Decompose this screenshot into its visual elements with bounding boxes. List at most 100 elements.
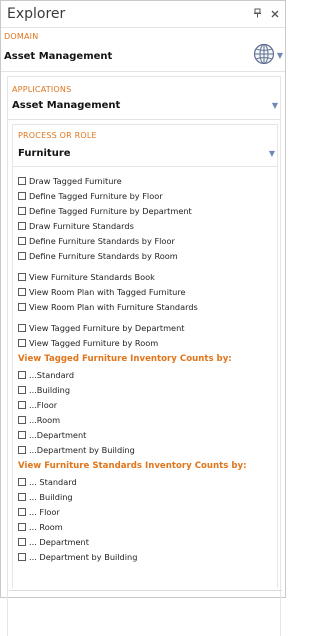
task-checkbox[interactable] [18, 415, 26, 424]
task-group: View Furniture Standards Book View Room P… [18, 269, 277, 314]
task-checkbox[interactable] [18, 176, 26, 185]
applications-selector[interactable]: Asset Management ▼ [8, 94, 280, 120]
process-selector[interactable]: Furniture ▼ [13, 140, 277, 167]
task-label[interactable]: ... Building [29, 492, 73, 502]
task-item[interactable]: ...Room [18, 412, 277, 427]
divider [9, 590, 282, 591]
task-item[interactable]: ...Building [18, 382, 277, 397]
task-label[interactable]: ... Standard [29, 477, 77, 487]
task-item[interactable]: Draw Tagged Furniture [18, 173, 277, 188]
task-item[interactable]: ...Floor [18, 397, 277, 412]
task-checkbox[interactable] [18, 507, 26, 516]
standards-counts-heading: View Furniture Standards Inventory Count… [18, 460, 247, 471]
task-item[interactable]: ... Floor [18, 504, 277, 519]
task-label[interactable]: ... Floor [29, 507, 60, 517]
process-value: Furniture [18, 148, 71, 159]
task-item[interactable]: ...Standard [18, 367, 277, 382]
task-checkbox[interactable] [18, 552, 26, 561]
task-label[interactable]: ... Room [29, 522, 63, 532]
pin-icon[interactable] [253, 8, 262, 20]
task-checkbox[interactable] [18, 221, 26, 230]
close-icon[interactable] [271, 9, 279, 20]
task-checkbox[interactable] [18, 323, 26, 332]
task-item[interactable]: ... Room [18, 519, 277, 534]
task-label[interactable]: View Room Plan with Tagged Furniture [29, 287, 186, 297]
task-checkbox[interactable] [18, 537, 26, 546]
applications-section: APPLICATIONS Asset Management ▼ PROCESS … [7, 76, 281, 636]
task-checkbox[interactable] [18, 206, 26, 215]
task-item[interactable]: View Room Plan with Furniture Standards [18, 299, 277, 314]
task-checkbox[interactable] [18, 400, 26, 409]
task-label[interactable]: Define Tagged Furniture by Department [29, 206, 192, 216]
task-item[interactable]: ...Department [18, 427, 277, 442]
domain-dropdown[interactable]: ▼ [253, 43, 283, 69]
task-checkbox[interactable] [18, 477, 26, 486]
task-label[interactable]: View Furniture Standards Book [29, 272, 155, 282]
task-checkbox[interactable] [18, 385, 26, 394]
task-checkbox[interactable] [18, 302, 26, 311]
task-item[interactable]: ... Building [18, 489, 277, 504]
task-label[interactable]: ...Floor [29, 400, 57, 410]
process-section: PROCESS OR ROLE Furniture ▼ Draw Tagged … [12, 124, 278, 588]
globe-icon [253, 43, 275, 69]
task-item[interactable]: View Furniture Standards Book [18, 269, 277, 284]
task-checkbox[interactable] [18, 272, 26, 281]
task-label[interactable]: Define Furniture Standards by Floor [29, 236, 175, 246]
task-label[interactable]: View Tagged Furniture by Department [29, 323, 184, 333]
task-item[interactable]: ... Department [18, 534, 277, 549]
applications-label: APPLICATIONS [12, 85, 72, 94]
task-item[interactable]: Define Furniture Standards by Floor [18, 233, 277, 248]
task-label[interactable]: ...Standard [29, 370, 74, 380]
task-group: ... Standard ... Building ... Floor ... Roo… [18, 474, 277, 564]
domain-selector[interactable]: Asset Management ▼ [1, 41, 285, 72]
title-bar: Explorer [1, 1, 285, 28]
task-item[interactable]: ...Department by Building [18, 442, 277, 457]
chevron-down-icon[interactable]: ▼ [269, 149, 275, 158]
task-label[interactable]: View Room Plan with Furniture Standards [29, 302, 198, 312]
task-item[interactable]: Define Tagged Furniture by Floor [18, 188, 277, 203]
window-controls [253, 8, 279, 20]
task-label[interactable]: ...Building [29, 385, 70, 395]
task-checkbox[interactable] [18, 445, 26, 454]
domain-label: DOMAIN [4, 32, 39, 41]
task-label[interactable]: ...Department by Building [29, 445, 135, 455]
task-item[interactable]: View Tagged Furniture by Room [18, 335, 277, 350]
explorer-panel: Explorer DOMAIN Asset Management ▼ APPLI… [0, 0, 286, 636]
task-item[interactable]: View Tagged Furniture by Department [18, 320, 277, 335]
task-checkbox[interactable] [18, 251, 26, 260]
process-label: PROCESS OR ROLE [18, 131, 97, 140]
task-label[interactable]: Draw Furniture Standards [29, 221, 134, 231]
task-label[interactable]: Define Furniture Standards by Room [29, 251, 178, 261]
task-list: Draw Tagged Furniture Define Tagged Furni… [13, 167, 277, 564]
task-item[interactable]: ... Department by Building [18, 549, 277, 564]
task-checkbox[interactable] [18, 191, 26, 200]
domain-value: Asset Management [4, 50, 113, 62]
tagged-counts-heading: View Tagged Furniture Inventory Counts b… [18, 353, 232, 364]
task-item[interactable]: Define Tagged Furniture by Department [18, 203, 277, 218]
task-checkbox[interactable] [18, 370, 26, 379]
task-checkbox[interactable] [18, 430, 26, 439]
task-label[interactable]: ... Department by Building [29, 552, 137, 562]
task-checkbox[interactable] [18, 236, 26, 245]
domain-section: DOMAIN Asset Management ▼ [1, 28, 285, 72]
task-item[interactable]: Draw Furniture Standards [18, 218, 277, 233]
chevron-down-icon[interactable]: ▼ [272, 101, 278, 110]
task-item[interactable]: Define Furniture Standards by Room [18, 248, 277, 263]
task-checkbox[interactable] [18, 522, 26, 531]
task-label[interactable]: ...Room [29, 415, 60, 425]
task-label[interactable]: ...Department [29, 430, 86, 440]
task-item[interactable]: ... Standard [18, 474, 277, 489]
chevron-down-icon[interactable]: ▼ [277, 52, 283, 60]
task-label[interactable]: ... Department [29, 537, 89, 547]
task-label[interactable]: Define Tagged Furniture by Floor [29, 191, 163, 201]
task-checkbox[interactable] [18, 492, 26, 501]
panel-title: Explorer [7, 6, 66, 22]
task-label[interactable]: Draw Tagged Furniture [29, 176, 122, 186]
task-checkbox[interactable] [18, 338, 26, 347]
applications-value: Asset Management [12, 100, 121, 111]
task-group: ...Standard ...Building ...Floor ...Room...… [18, 367, 277, 457]
task-label[interactable]: View Tagged Furniture by Room [29, 338, 158, 348]
task-checkbox[interactable] [18, 287, 26, 296]
task-group: View Tagged Furniture by Department View … [18, 320, 277, 350]
task-item[interactable]: View Room Plan with Tagged Furniture [18, 284, 277, 299]
